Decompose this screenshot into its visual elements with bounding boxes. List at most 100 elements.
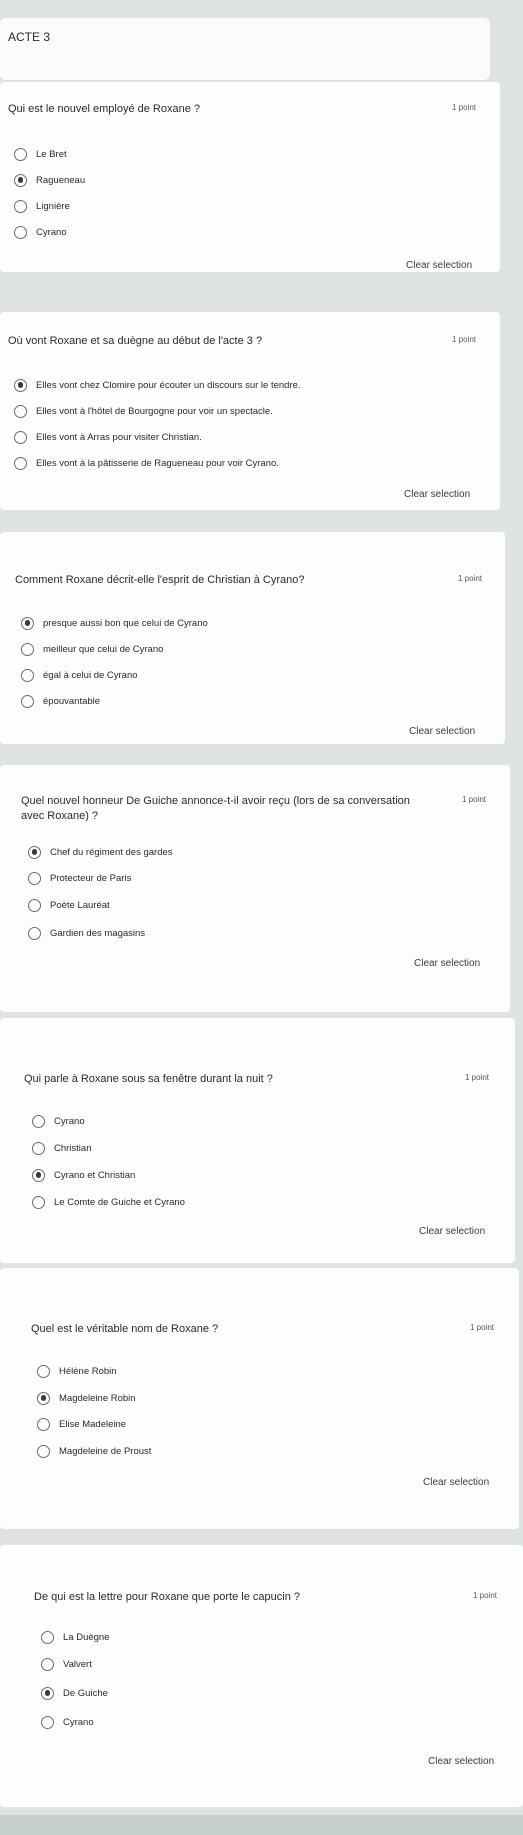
answer-option[interactable]: meilleur que celui de Cyrano xyxy=(21,640,163,658)
radio-button[interactable] xyxy=(41,1686,54,1700)
answer-option[interactable]: Cyrano xyxy=(32,1112,85,1130)
answer-option[interactable]: Le Comte de Guiche et Cyrano xyxy=(32,1193,185,1211)
option-label: épouvantable xyxy=(43,695,101,707)
radio-button[interactable] xyxy=(28,871,41,885)
option-label: presque aussi bon que celui de Cyrano xyxy=(43,617,208,629)
answer-option[interactable]: Hélène Robin xyxy=(37,1362,117,1380)
option-label: Ragueneau xyxy=(36,174,86,186)
option-label: Chef du régiment des gardes xyxy=(50,846,173,858)
radio-button[interactable] xyxy=(14,199,27,213)
clear-selection-button[interactable]: Clear selection xyxy=(419,1226,485,1237)
answer-option[interactable]: Elles vont à Arras pour visiter Christia… xyxy=(14,428,202,446)
radio-button[interactable] xyxy=(32,1114,45,1128)
answer-option[interactable]: Elles vont chez Clomire pour écouter un … xyxy=(14,376,301,394)
answer-option[interactable]: égal à celui de Cyrano xyxy=(21,666,138,684)
answer-option[interactable]: Magdeleine Robin xyxy=(37,1389,136,1407)
option-label: Cyrano xyxy=(54,1115,85,1127)
points-label: 1 point xyxy=(462,795,487,804)
answer-option[interactable]: Cyrano xyxy=(41,1713,94,1731)
answer-option[interactable]: presque aussi bon que celui de Cyrano xyxy=(21,614,208,632)
points-label: 1 point xyxy=(452,335,477,344)
section-header-card xyxy=(0,18,490,80)
radio-button[interactable] xyxy=(32,1141,45,1155)
clear-selection-button[interactable]: Clear selection xyxy=(406,260,472,271)
answer-option[interactable]: Elles vont à la pâtisserie de Ragueneau … xyxy=(14,454,279,472)
answer-option[interactable]: Elise Madeleine xyxy=(37,1415,126,1433)
radio-button[interactable] xyxy=(41,1715,54,1729)
points-label: 1 point xyxy=(465,1073,490,1082)
question-text: Comment Roxane décrit-elle l'esprit de C… xyxy=(15,574,305,586)
radio-button[interactable] xyxy=(21,668,34,682)
option-label: Christian xyxy=(54,1142,92,1154)
option-label: Elles vont à Arras pour visiter Christia… xyxy=(36,431,202,443)
option-label: Hélène Robin xyxy=(59,1365,117,1377)
option-label: meilleur que celui de Cyrano xyxy=(43,643,164,655)
answer-option[interactable]: Lignière xyxy=(14,197,70,215)
clear-selection-button[interactable]: Clear selection xyxy=(423,1477,489,1488)
radio-button[interactable] xyxy=(14,404,27,418)
option-label: Valvert xyxy=(63,1658,92,1670)
option-label: Le Comte de Guiche et Cyrano xyxy=(54,1196,185,1208)
answer-option[interactable]: Chef du régiment des gardes xyxy=(28,843,173,861)
answer-option[interactable]: Cyrano et Christian xyxy=(32,1166,135,1184)
answer-option[interactable]: épouvantable xyxy=(21,692,100,710)
answer-option[interactable]: Valvert xyxy=(41,1655,92,1673)
radio-button[interactable] xyxy=(14,147,27,161)
clear-selection-button[interactable]: Clear selection xyxy=(414,958,480,969)
question-card xyxy=(0,1545,523,1807)
radio-button[interactable] xyxy=(14,173,27,187)
option-label: Elles vont chez Clomire pour écouter un … xyxy=(36,379,301,391)
clear-selection-button[interactable]: Clear selection xyxy=(409,726,475,737)
radio-button[interactable] xyxy=(37,1364,50,1378)
points-label: 1 point xyxy=(473,1591,498,1600)
option-label: Protecteur de Paris xyxy=(50,872,132,884)
question-card xyxy=(0,532,505,744)
radio-button[interactable] xyxy=(37,1391,50,1405)
option-label: Lignière xyxy=(36,200,70,212)
option-label: Cyrano et Christian xyxy=(54,1169,136,1181)
answer-option[interactable]: Ragueneau xyxy=(14,171,85,189)
radio-button[interactable] xyxy=(32,1168,45,1182)
answer-option[interactable]: Christian xyxy=(32,1139,92,1157)
radio-button[interactable] xyxy=(14,456,27,470)
answer-option[interactable]: De Guiche xyxy=(41,1684,108,1702)
question-text: Quel est le véritable nom de Roxane ? xyxy=(31,1323,219,1335)
answer-option[interactable]: Gardien des magasins xyxy=(28,924,145,942)
answer-option[interactable]: Elles vont à l'hôtel de Bourgogne pour v… xyxy=(14,402,273,420)
question-text: Qui parle à Roxane sous sa fenêtre duran… xyxy=(24,1073,273,1085)
answer-option[interactable]: Cyrano xyxy=(14,223,67,241)
option-label: Le Bret xyxy=(36,148,67,160)
radio-button[interactable] xyxy=(21,694,34,708)
option-label: Elles vont à la pâtisserie de Ragueneau … xyxy=(36,457,279,469)
radio-button[interactable] xyxy=(21,616,34,630)
answer-option[interactable]: La Duègne xyxy=(41,1628,109,1646)
clear-selection-button[interactable]: Clear selection xyxy=(428,1756,494,1767)
option-label: Cyrano xyxy=(36,226,67,238)
option-label: Cyrano xyxy=(63,1716,94,1728)
radio-button[interactable] xyxy=(41,1630,54,1644)
radio-button[interactable] xyxy=(37,1417,50,1431)
question-text: Qui est le nouvel employé de Roxane ? xyxy=(8,103,201,115)
answer-option[interactable]: Magdeleine de Proust xyxy=(37,1442,151,1460)
clear-selection-button[interactable]: Clear selection xyxy=(404,489,470,500)
radio-button[interactable] xyxy=(14,225,27,239)
answer-option[interactable]: Protecteur de Paris xyxy=(28,869,131,887)
question-text: Quel nouvel honneur De Guiche annonce-t-… xyxy=(21,795,410,822)
radio-button[interactable] xyxy=(14,378,27,392)
radio-button[interactable] xyxy=(37,1444,50,1458)
radio-button[interactable] xyxy=(28,926,41,940)
option-label: Elise Madeleine xyxy=(59,1418,127,1430)
answer-option[interactable]: Poète Lauréat xyxy=(28,896,110,914)
option-label: Gardien des magasins xyxy=(50,927,146,939)
option-label: Magdeleine de Proust xyxy=(59,1445,152,1457)
question-text: De qui est la lettre pour Roxane que por… xyxy=(34,1591,300,1603)
radio-button[interactable] xyxy=(28,898,41,912)
option-label: De Guiche xyxy=(63,1687,108,1699)
answer-option[interactable]: Le Bret xyxy=(14,145,67,163)
radio-button[interactable] xyxy=(32,1195,45,1209)
option-label: La Duègne xyxy=(63,1631,110,1643)
radio-button[interactable] xyxy=(14,430,27,444)
radio-button[interactable] xyxy=(21,642,34,656)
radio-button[interactable] xyxy=(28,845,41,859)
radio-button[interactable] xyxy=(41,1657,54,1671)
